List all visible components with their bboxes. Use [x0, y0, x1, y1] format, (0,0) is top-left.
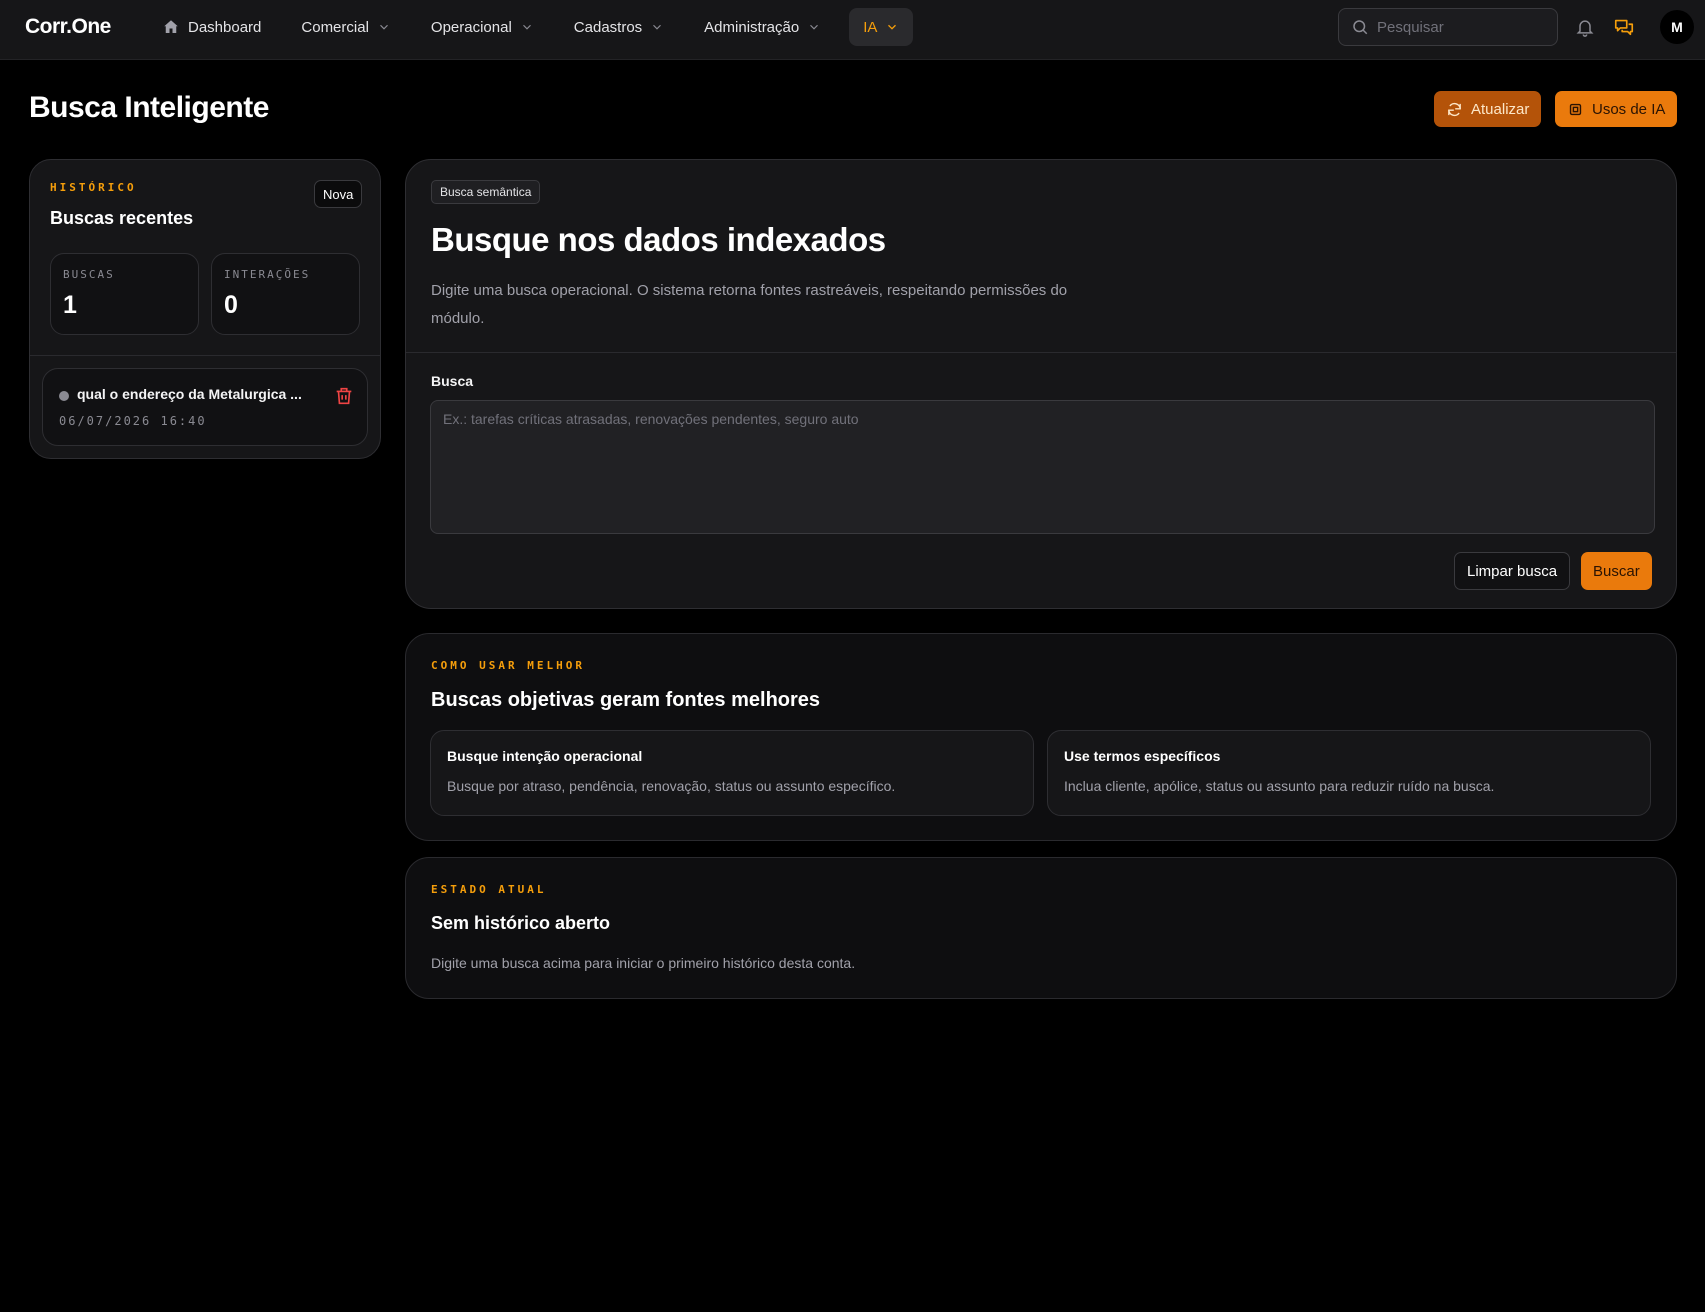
- tip-title: Busque intenção operacional: [447, 748, 643, 764]
- top-navbar: Corr.One Dashboard Comercial Operacional…: [0, 0, 1705, 60]
- nav-operacional-label: Operacional: [430, 18, 512, 36]
- nav-ia-label: IA: [863, 18, 878, 36]
- notifications-button[interactable]: [1573, 15, 1597, 39]
- new-search-button[interactable]: Nova: [314, 180, 363, 208]
- ai-usage-button[interactable]: Usos de IA: [1555, 91, 1678, 127]
- divider: [30, 355, 380, 356]
- nav-dashboard[interactable]: Dashboard: [150, 8, 273, 46]
- nav-comercial[interactable]: Comercial: [289, 8, 403, 46]
- chevron-down-icon: [810, 24, 819, 30]
- nav-comercial-label: Comercial: [301, 18, 369, 36]
- state-body: Digite uma busca acima para iniciar o pr…: [431, 955, 856, 971]
- chevron-down-icon: [653, 24, 662, 30]
- stat-interactions: INTERAÇÕES 0: [211, 253, 360, 335]
- state-title: Sem histórico aberto: [431, 913, 611, 933]
- clear-search-button[interactable]: Limpar busca: [1454, 552, 1571, 590]
- refresh-button-label: Atualizar: [1471, 100, 1530, 118]
- stat-searches: BUSCAS 1: [50, 253, 199, 335]
- chevron-down-icon: [522, 24, 531, 30]
- history-item[interactable]: qual o endereço da Metalurgica ... 06/07…: [42, 368, 368, 446]
- tip-body: Busque por atraso, pendência, renovação,…: [447, 778, 896, 794]
- search-card-title: Busque nos dados indexados: [431, 221, 886, 258]
- global-search-input[interactable]: [1377, 18, 1547, 36]
- nav-cadastros[interactable]: Cadastros: [562, 8, 676, 46]
- search-field-label: Busca: [431, 373, 474, 389]
- chevron-down-icon: [379, 24, 388, 30]
- main-nav: Dashboard Comercial Operacional Cadastro…: [150, 8, 929, 46]
- nav-operacional[interactable]: Operacional: [419, 8, 546, 46]
- state-eyebrow: ESTADO ATUAL: [431, 883, 547, 896]
- global-search: [1338, 8, 1558, 46]
- search-icon: [1353, 20, 1368, 35]
- stat-label: BUSCAS: [63, 268, 115, 281]
- history-item-date: 06/07/2026 16:40: [59, 414, 207, 428]
- chat-icon: [1614, 19, 1634, 36]
- user-avatar[interactable]: M: [1660, 10, 1694, 44]
- semantic-search-card: Busca semântica Busque nos dados indexad…: [405, 159, 1677, 609]
- brand-logo[interactable]: Corr.One: [25, 15, 111, 39]
- stat-label: INTERAÇÕES: [224, 268, 311, 281]
- tip-title: Use termos específicos: [1064, 748, 1221, 764]
- chevron-down-icon: [888, 24, 897, 30]
- bell-icon: [1576, 20, 1594, 37]
- history-item-query: qual o endereço da Metalurgica ...: [77, 386, 302, 402]
- refresh-icon: [1448, 102, 1461, 116]
- home-icon: [164, 20, 178, 33]
- search-query-textarea[interactable]: [430, 400, 1655, 534]
- divider: [406, 352, 1676, 353]
- submit-search-button[interactable]: Buscar: [1581, 552, 1652, 590]
- status-dot: [59, 391, 69, 401]
- usage-tips-card: COMO USAR MELHOR Buscas objetivas geram …: [405, 633, 1677, 841]
- tips-title: Buscas objetivas geram fontes melhores: [431, 689, 821, 711]
- chip-icon: [1569, 103, 1582, 115]
- nav-administracao-label: Administração: [704, 18, 800, 36]
- nav-ia[interactable]: IA: [849, 8, 914, 46]
- semantic-search-chip: Busca semântica: [431, 180, 541, 204]
- tips-eyebrow: COMO USAR MELHOR: [431, 659, 585, 672]
- search-card-description: Digite uma busca operacional. O sistema …: [431, 282, 1068, 327]
- nav-cadastros-label: Cadastros: [573, 18, 643, 36]
- nav-dashboard-label: Dashboard: [188, 18, 262, 36]
- stat-value: 1: [63, 291, 77, 319]
- tip-card: Use termos específicos Inclua cliente, a…: [1047, 730, 1651, 816]
- tip-card: Busque intenção operacional Busque por a…: [430, 730, 1034, 816]
- history-eyebrow: HISTÓRICO: [50, 181, 137, 194]
- history-panel: HISTÓRICO Buscas recentes Nova BUSCAS 1 …: [29, 159, 381, 459]
- trash-icon[interactable]: [333, 385, 355, 407]
- page-title: Busca Inteligente: [29, 91, 269, 124]
- stat-value: 0: [224, 291, 238, 319]
- nav-administracao[interactable]: Administração: [692, 8, 833, 46]
- refresh-button[interactable]: Atualizar: [1434, 91, 1542, 127]
- chat-button[interactable]: [1612, 15, 1636, 39]
- current-state-card: ESTADO ATUAL Sem histórico aberto Digite…: [405, 857, 1677, 999]
- history-title: Buscas recentes: [50, 208, 194, 228]
- tip-body: Inclua cliente, apólice, status ou assun…: [1064, 778, 1495, 794]
- ai-usage-button-label: Usos de IA: [1592, 100, 1666, 118]
